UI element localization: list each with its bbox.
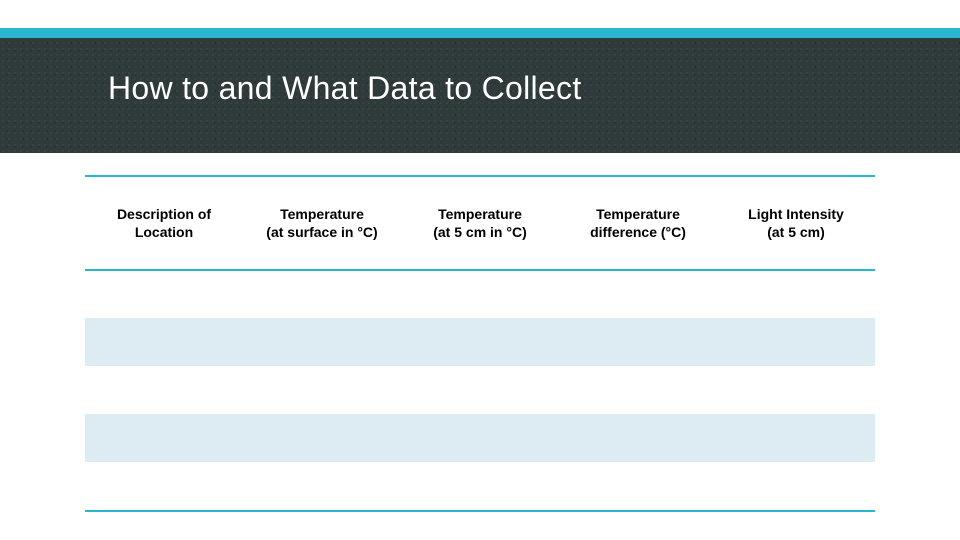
table-row: [85, 270, 875, 318]
table-cell: [243, 462, 401, 510]
table-row: [85, 318, 875, 366]
accent-bar: [0, 28, 960, 38]
col-header-description: Description of Location: [85, 176, 243, 270]
table-row: [85, 462, 875, 510]
table-cell: [243, 318, 401, 366]
col-header-line2: (at 5 cm in °C): [433, 224, 527, 240]
col-header-line1: Temperature: [438, 206, 522, 222]
table-cell: [559, 414, 717, 462]
col-header-line1: Temperature: [280, 206, 364, 222]
table-header-row: Description of Location Temperature (at …: [85, 176, 875, 270]
data-table-wrap: Description of Location Temperature (at …: [85, 175, 875, 512]
table-cell: [401, 270, 559, 318]
table-cell: [85, 270, 243, 318]
col-header-light: Light Intensity (at 5 cm): [717, 176, 875, 270]
table-cell: [717, 270, 875, 318]
page-title: How to and What Data to Collect: [0, 38, 960, 107]
table-row: [85, 366, 875, 414]
table-cell: [243, 414, 401, 462]
col-header-temp-surface: Temperature (at surface in °C): [243, 176, 401, 270]
col-header-line2: (at 5 cm): [767, 224, 825, 240]
table-cell: [243, 270, 401, 318]
header-band: How to and What Data to Collect: [0, 28, 960, 153]
table-cell: [85, 366, 243, 414]
table-row: [85, 414, 875, 462]
table-cell: [717, 462, 875, 510]
col-header-line1: Temperature: [596, 206, 680, 222]
table-cell: [243, 366, 401, 414]
table-cell: [401, 318, 559, 366]
data-table: Description of Location Temperature (at …: [85, 175, 875, 510]
col-header-line1: Description of: [117, 206, 211, 222]
table-cell: [401, 414, 559, 462]
table-cell: [717, 366, 875, 414]
table-cell: [85, 414, 243, 462]
table-cell: [85, 462, 243, 510]
table-cell: [559, 462, 717, 510]
col-header-line1: Light Intensity: [748, 206, 844, 222]
table-bottom-rule: [85, 510, 875, 512]
table-cell: [401, 366, 559, 414]
col-header-temp-diff: Temperature difference (°C): [559, 176, 717, 270]
col-header-temp-5cm: Temperature (at 5 cm in °C): [401, 176, 559, 270]
table-body: [85, 270, 875, 510]
table-cell: [559, 318, 717, 366]
table-cell: [85, 318, 243, 366]
table-cell: [717, 318, 875, 366]
col-header-line2: Location: [135, 224, 193, 240]
table-cell: [559, 366, 717, 414]
table-cell: [559, 270, 717, 318]
col-header-line2: difference (°C): [590, 224, 686, 240]
table-cell: [401, 462, 559, 510]
col-header-line2: (at surface in °C): [266, 224, 377, 240]
table-cell: [717, 414, 875, 462]
